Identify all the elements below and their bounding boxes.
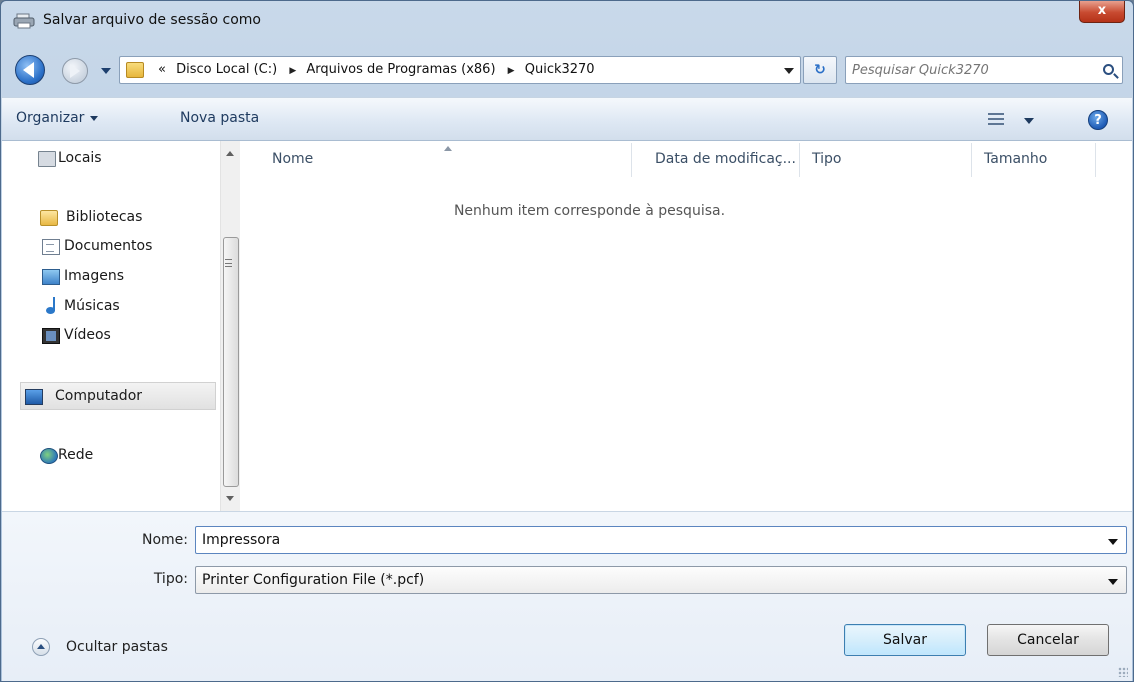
navigation-row: « Disco Local (C:) ▶ Arquivos de Program… <box>1 43 1133 95</box>
chevron-down-icon[interactable] <box>1108 539 1118 545</box>
title-bar[interactable]: Salvar arquivo de sessão como x <box>1 1 1133 41</box>
scroll-grip-icon <box>225 259 232 267</box>
documents-icon <box>42 239 60 255</box>
resize-grip-icon[interactable] <box>1118 667 1128 677</box>
libraries-icon <box>40 210 58 226</box>
sidebar-item-rede[interactable]: Rede <box>2 442 216 470</box>
breadcrumb-item-quick3270[interactable]: Quick3270 <box>525 62 595 77</box>
sidebar-item-videos[interactable]: Vídeos <box>2 322 216 350</box>
videos-icon <box>42 328 60 344</box>
sidebar-item-bibliotecas[interactable]: Bibliotecas <box>2 204 216 232</box>
printer-icon <box>13 13 35 29</box>
breadcrumb-item-disk[interactable]: Disco Local (C:) <box>176 62 277 77</box>
organize-button[interactable]: Organizar <box>16 110 99 126</box>
network-icon <box>40 448 58 464</box>
file-type-select[interactable]: Printer Configuration File (*.pcf) <box>195 566 1127 594</box>
file-type-value: Printer Configuration File (*.pcf) <box>202 572 425 588</box>
folder-icon <box>126 62 144 78</box>
column-header-nome[interactable]: Nome <box>272 151 313 167</box>
recent-places-icon <box>38 151 56 167</box>
search-icon[interactable] <box>1103 64 1114 75</box>
column-divider[interactable] <box>799 143 800 177</box>
sidebar-item-label: Computador <box>55 388 143 404</box>
column-divider[interactable] <box>1095 143 1096 177</box>
column-divider[interactable] <box>971 143 972 177</box>
content-area: Locais Bibliotecas Documentos Imagens Mú… <box>2 141 1132 511</box>
sidebar-item-locais[interactable]: Locais <box>2 145 216 173</box>
column-header-tamanho[interactable]: Tamanho <box>984 151 1047 167</box>
sidebar-item-label: Vídeos <box>64 327 111 343</box>
type-label: Tipo: <box>153 571 188 587</box>
sidebar-item-label: Músicas <box>64 298 120 314</box>
recent-pages-dropdown-icon[interactable] <box>101 68 111 74</box>
view-options-chevron-icon[interactable] <box>1024 118 1034 124</box>
file-list[interactable]: Nome Data de modificaç... Tipo Tamanho N… <box>247 141 1132 511</box>
forward-arrow-icon <box>70 64 80 78</box>
column-divider[interactable] <box>631 143 632 177</box>
save-button[interactable]: Salvar <box>844 624 966 656</box>
back-arrow-icon <box>23 62 34 78</box>
pictures-icon <box>42 269 60 285</box>
sidebar-item-computador[interactable]: Computador <box>20 382 216 410</box>
computer-icon <box>25 389 43 405</box>
column-header-tipo[interactable]: Tipo <box>812 151 841 167</box>
sidebar-item-musicas[interactable]: Músicas <box>2 293 216 321</box>
address-bar[interactable]: « Disco Local (C:) ▶ Arquivos de Program… <box>119 56 801 84</box>
file-name-input[interactable] <box>202 531 1082 549</box>
sidebar-item-label: Locais <box>58 150 102 166</box>
address-dropdown-icon[interactable] <box>784 68 794 74</box>
help-icon[interactable]: ? <box>1088 110 1108 130</box>
cancel-button[interactable]: Cancelar <box>987 624 1109 656</box>
organize-label: Organizar <box>16 110 85 126</box>
sidebar-item-documentos[interactable]: Documentos <box>2 233 216 261</box>
search-input[interactable] <box>852 61 1092 79</box>
command-bar: Organizar Nova pasta ? <box>2 97 1132 141</box>
sidebar-item-label: Documentos <box>64 238 153 254</box>
chevron-down-icon <box>90 115 99 121</box>
breadcrumb-overflow[interactable]: « <box>158 62 166 77</box>
navigation-scrollbar[interactable] <box>220 141 240 511</box>
breadcrumb-separator-icon[interactable]: ▶ <box>508 66 515 76</box>
scroll-down-icon[interactable] <box>226 496 234 501</box>
search-box[interactable] <box>845 56 1123 84</box>
save-dialog: Salvar arquivo de sessão como x « Disco … <box>0 0 1134 682</box>
close-button[interactable]: x <box>1079 1 1125 23</box>
sort-ascending-icon <box>444 146 452 151</box>
refresh-button[interactable]: ↻ <box>803 56 837 84</box>
column-header-data[interactable]: Data de modificaç... <box>655 151 796 167</box>
sidebar-item-label: Bibliotecas <box>66 209 143 225</box>
change-view-icon[interactable] <box>988 113 1004 125</box>
details-panel: Nome: Tipo: Printer Configuration File (… <box>2 511 1132 681</box>
music-icon <box>46 297 58 315</box>
scrollbar-thumb[interactable] <box>223 237 239 487</box>
navigation-pane[interactable]: Locais Bibliotecas Documentos Imagens Mú… <box>2 141 220 511</box>
breadcrumb-separator-icon[interactable]: ▶ <box>289 66 296 76</box>
sidebar-item-label: Rede <box>58 447 94 463</box>
empty-message: Nenhum item corresponde à pesquisa. <box>453 203 726 219</box>
sidebar-item-label: Imagens <box>64 268 125 284</box>
breadcrumb: « Disco Local (C:) ▶ Arquivos de Program… <box>158 62 601 77</box>
collapse-up-icon <box>32 638 50 656</box>
new-folder-button[interactable]: Nova pasta <box>180 110 259 126</box>
sidebar-item-imagens[interactable]: Imagens <box>2 263 216 291</box>
name-label: Nome: <box>141 532 188 548</box>
hide-folders-label: Ocultar pastas <box>66 639 168 655</box>
scroll-up-icon[interactable] <box>226 151 234 156</box>
breadcrumb-item-program-files[interactable]: Arquivos de Programas (x86) <box>306 62 495 77</box>
file-name-combobox[interactable] <box>195 526 1127 554</box>
chevron-down-icon[interactable] <box>1108 579 1118 585</box>
window-title: Salvar arquivo de sessão como <box>43 12 261 28</box>
